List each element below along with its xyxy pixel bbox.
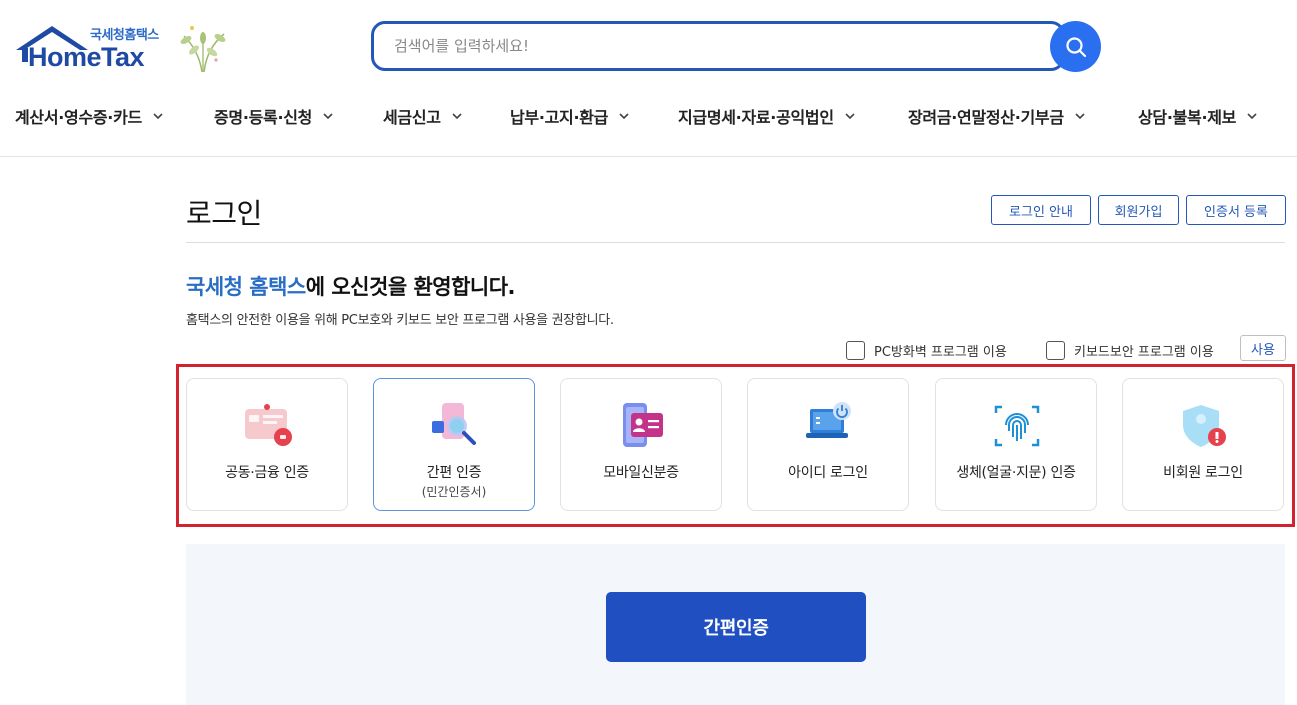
simple-auth-search-icon — [432, 403, 476, 445]
login-method-biometric[interactable]: 생체(얼굴·지문) 인증 — [935, 378, 1097, 511]
chevron-down-icon — [452, 113, 462, 120]
nav-item-incentives[interactable]: 장려금·연말정산·기부금 — [908, 104, 1086, 128]
welcome-rest: 에 오신것을 환영합니다. — [305, 275, 516, 299]
search-icon — [1065, 36, 1086, 57]
chevron-down-icon — [619, 113, 629, 120]
nav-item-invoice[interactable]: 계산서·영수증·카드 — [15, 104, 164, 128]
nav-item-label: 납부·고지·환급 — [510, 108, 609, 127]
chevron-down-icon — [1247, 113, 1257, 120]
plant-decoration-icon — [180, 26, 226, 73]
login-method-mobile-id[interactable]: 모바일신분증 — [560, 378, 722, 511]
main-navigation: 계산서·영수증·카드 증명·등록·신청 세금신고 납부·고지·환급 지급명세·자… — [0, 100, 1297, 132]
nav-item-payment[interactable]: 납부·고지·환급 — [510, 104, 630, 128]
logo-title: HomeTax — [28, 42, 145, 72]
register-certificate-button[interactable]: 인증서 등록 — [1186, 195, 1286, 225]
chevron-down-icon — [845, 113, 855, 120]
nav-item-label: 증명·등록·신청 — [214, 108, 313, 127]
search-box — [371, 21, 1065, 71]
chevron-down-icon — [323, 113, 333, 120]
login-method-simple-auth[interactable]: 간편 인증 (민간인증서) — [373, 378, 535, 511]
login-method-label: 모바일신분증 — [603, 465, 679, 481]
welcome-subtext: 홈택스의 안전한 이용을 위해 PC보호와 키보드 보안 프로그램 사용을 권장… — [186, 313, 614, 328]
login-guide-button[interactable]: 로그인 안내 — [991, 195, 1091, 225]
firewall-checkbox[interactable] — [846, 340, 865, 360]
keyboard-security-label: 키보드보안 프로그램 이용 — [1074, 344, 1214, 360]
site-header: 국세청홈택스 HomeTax 계산서·영수증·카드 증명·등록·신 — [0, 0, 1297, 157]
nav-item-statements[interactable]: 지급명세·자료·공익법인 — [678, 104, 856, 128]
use-button[interactable]: 사용 — [1240, 335, 1286, 361]
title-divider — [186, 242, 1285, 243]
shield-guest-icon — [1183, 405, 1226, 447]
login-method-label: 공동·금융 인증 — [225, 465, 309, 481]
login-method-sublabel: (민간인증서) — [421, 485, 487, 499]
fingerprint-icon — [994, 405, 1040, 447]
mobile-id-icon — [623, 403, 663, 447]
keyboard-security-option[interactable]: 키보드보안 프로그램 이용 — [1046, 338, 1214, 362]
chevron-down-icon — [153, 113, 163, 120]
certificate-card-icon — [245, 404, 292, 446]
search-button[interactable] — [1050, 21, 1101, 72]
welcome-heading: 국세청 홈택스에 오신것을 환영합니다. — [186, 271, 516, 301]
login-method-id-login[interactable]: 아이디 로그인 — [747, 378, 909, 511]
page-title: 로그인 — [186, 197, 262, 230]
search-input[interactable] — [394, 35, 1034, 57]
nav-item-label: 지급명세·자료·공익법인 — [678, 108, 834, 127]
nav-item-tax-return[interactable]: 세금신고 — [383, 104, 463, 128]
simple-auth-button[interactable]: 간편인증 — [606, 592, 866, 662]
login-method-label: 생체(얼굴·지문) 인증 — [956, 465, 1076, 481]
keyboard-security-checkbox[interactable] — [1046, 340, 1065, 360]
laptop-power-icon — [806, 402, 851, 438]
nav-item-certificate[interactable]: 증명·등록·신청 — [214, 104, 334, 128]
firewall-label: PC방화벽 프로그램 이용 — [874, 344, 1007, 360]
signup-button[interactable]: 회원가입 — [1098, 195, 1179, 225]
logo-subtitle: 국세청홈택스 — [90, 28, 159, 43]
login-method-label: 간편 인증 — [426, 465, 482, 481]
login-method-joint-certificate[interactable]: 공동·금융 인증 — [186, 378, 348, 511]
nav-item-consulting[interactable]: 상담·불복·제보 — [1138, 104, 1258, 128]
nav-item-label: 계산서·영수증·카드 — [15, 108, 142, 127]
login-method-label: 비회원 로그인 — [1163, 465, 1243, 481]
hometax-logo[interactable]: 국세청홈택스 HomeTax — [14, 18, 234, 78]
login-method-guest[interactable]: 비회원 로그인 — [1122, 378, 1284, 511]
chevron-down-icon — [1075, 113, 1085, 120]
welcome-highlight: 국세청 홈택스 — [186, 275, 306, 299]
nav-item-label: 상담·불복·제보 — [1138, 108, 1237, 127]
login-method-label: 아이디 로그인 — [788, 465, 868, 481]
firewall-option[interactable]: PC방화벽 프로그램 이용 — [846, 338, 1007, 362]
nav-item-label: 세금신고 — [383, 108, 441, 127]
nav-item-label: 장려금·연말정산·기부금 — [908, 108, 1064, 127]
